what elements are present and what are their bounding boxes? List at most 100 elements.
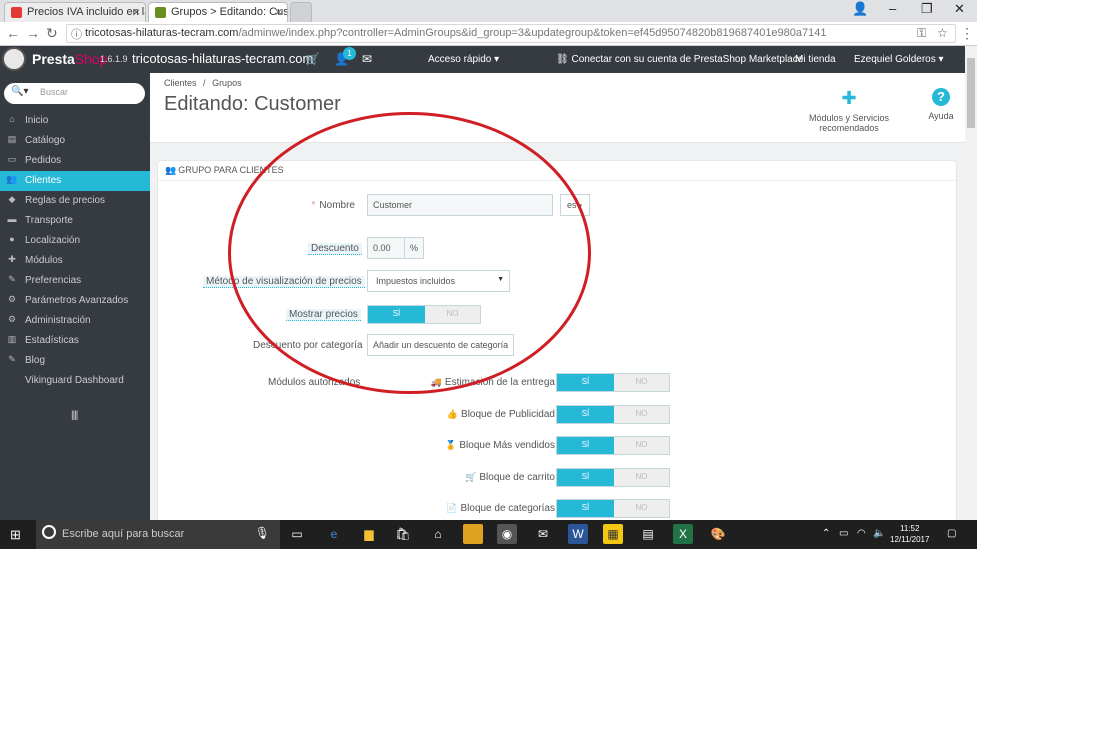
search-icon[interactable]: 🔍▾ xyxy=(11,86,28,97)
browser-tab-grupos[interactable]: Grupos > Editando: Cust × xyxy=(148,2,288,22)
calculator-icon[interactable]: ▤ xyxy=(638,524,658,544)
cart-icon[interactable]: 🛒 xyxy=(305,52,320,66)
prestashop-logo-icon[interactable] xyxy=(2,47,26,71)
chrome-icon[interactable]: ◉ xyxy=(497,524,517,544)
sidebar-item-administraci-n[interactable]: ⚙ Administración xyxy=(0,311,150,331)
language-label: es xyxy=(567,200,577,210)
module-toggle[interactable]: SÍ NO xyxy=(556,467,670,487)
module-toggle[interactable]: SÍ NO xyxy=(556,499,670,518)
sidebar-item-inicio[interactable]: ⌂ Inicio xyxy=(0,111,150,131)
show-prices-toggle[interactable]: SÍ NO xyxy=(367,305,481,324)
back-icon[interactable]: ← xyxy=(6,25,20,41)
forward-icon[interactable]: → xyxy=(26,25,40,41)
collapse-menu-icon[interactable]: |||| xyxy=(71,410,78,421)
info-icon[interactable]: ⓘ xyxy=(71,26,82,42)
taskbar-search-input[interactable]: Escribe aquí para buscar 🎙 xyxy=(36,520,280,549)
app-icon[interactable] xyxy=(463,524,483,544)
language-dropdown[interactable]: es ▾ xyxy=(560,194,590,216)
module-toggle[interactable]: SÍ NO xyxy=(556,436,670,455)
page-scrollbar[interactable] xyxy=(965,46,977,520)
page-title: Editando: Customer xyxy=(164,93,341,115)
sidebar-item-cat-logo[interactable]: ▤ Catálogo xyxy=(0,131,150,151)
url-field[interactable]: ⓘ tricotosas-hilaturas-tecram.com/adminw… xyxy=(66,24,956,43)
help-button[interactable]: ? Ayuda xyxy=(926,88,956,121)
battery-icon[interactable]: ▭ xyxy=(839,528,848,539)
mail-icon[interactable]: ✉ xyxy=(533,524,553,544)
store-icon[interactable]: 🛍 xyxy=(393,524,413,544)
shop-name-link[interactable]: tricotosas-hilaturas-tecram.com xyxy=(132,51,313,66)
sidebar-item-vikinguard-dashboard[interactable]: Vikinguard Dashboard xyxy=(0,371,150,391)
marketplace-link[interactable]: ⛓ Conectar con su cuenta de PrestaShop M… xyxy=(556,54,803,65)
name-field[interactable]: Customer xyxy=(367,194,553,216)
name-label: * Nombre xyxy=(308,200,355,211)
sidebar-item-reglas-de-precios[interactable]: ◆ Reglas de precios xyxy=(0,191,150,211)
module-toggle[interactable]: SÍ NO xyxy=(556,373,670,392)
my-shop-link[interactable]: Mi tienda xyxy=(795,54,836,65)
paint-icon[interactable]: 🎨 xyxy=(708,524,728,544)
tray-chevron-icon[interactable]: ⌃ xyxy=(822,528,830,539)
brand-logo[interactable]: PrestaShop xyxy=(32,51,108,67)
toggle-yes[interactable]: SÍ xyxy=(557,468,614,486)
sidebar-item-estad-sticas[interactable]: ▥ Estadísticas xyxy=(0,331,150,351)
messages-icon[interactable]: ✉ xyxy=(362,52,372,66)
scrollbar-thumb[interactable] xyxy=(967,58,975,128)
close-tab-icon[interactable]: × xyxy=(133,5,140,19)
search-input[interactable]: 🔍▾ Buscar xyxy=(4,83,145,104)
minimize-icon[interactable]: – xyxy=(889,1,896,16)
task-view-icon[interactable]: ▭ xyxy=(287,524,307,544)
toggle-no[interactable]: NO xyxy=(614,406,669,423)
home-app-icon[interactable]: ⌂ xyxy=(428,524,448,544)
clock[interactable]: 11:52 12/11/2017 xyxy=(890,523,929,545)
profile-icon[interactable]: 👤 xyxy=(852,1,868,17)
edge-icon[interactable]: e xyxy=(324,524,344,544)
toggle-no[interactable]: NO xyxy=(614,374,669,391)
quick-access-dropdown[interactable]: Acceso rápido ▾ xyxy=(428,54,499,65)
microphone-icon[interactable]: 🎙 xyxy=(255,526,270,540)
excel-icon[interactable]: X xyxy=(673,524,693,544)
new-tab-button[interactable] xyxy=(290,2,312,22)
toggle-yes[interactable]: SÍ xyxy=(368,306,425,323)
employee-menu[interactable]: Ezequiel Golderos ▾ xyxy=(854,54,944,65)
recommended-modules-button[interactable]: ✚ Módulos y Servicios recomendados xyxy=(778,88,920,133)
key-icon[interactable]: ⚿ xyxy=(917,26,926,41)
toggle-yes[interactable]: SÍ xyxy=(557,437,614,454)
restore-icon[interactable]: ❐ xyxy=(921,1,933,17)
notes-icon[interactable]: ▦ xyxy=(603,524,623,544)
toggle-yes[interactable]: SÍ xyxy=(557,374,614,391)
bookmark-star-icon[interactable]: ☆ xyxy=(937,26,948,40)
browser-tab-precios[interactable]: Precios IVA incluido en la × xyxy=(4,2,146,22)
close-tab-icon[interactable]: × xyxy=(275,5,282,19)
close-window-icon[interactable]: ✕ xyxy=(954,1,965,17)
menu-icon[interactable]: ⋮ xyxy=(960,25,974,42)
sidebar-item-pedidos[interactable]: ▭ Pedidos xyxy=(0,151,150,171)
toggle-yes[interactable]: SÍ xyxy=(557,405,614,423)
toggle-no[interactable]: NO xyxy=(425,306,480,323)
file-explorer-icon[interactable]: ▆ xyxy=(359,524,379,544)
page-header: Clientes / Grupos Editando: Customer ✚ M… xyxy=(150,73,965,143)
volume-icon[interactable]: 🔈 xyxy=(873,528,885,539)
notifications-icon[interactable]: ▢ xyxy=(947,528,956,539)
sidebar-item-par-metros-avanzados[interactable]: ⚙ Parámetros Avanzados xyxy=(0,291,150,311)
toggle-no[interactable]: NO xyxy=(614,437,669,454)
breadcrumb-separator: / xyxy=(203,78,206,88)
sidebar-item-m-dulos[interactable]: ✚ Módulos xyxy=(0,251,150,271)
reload-icon[interactable]: ↻ xyxy=(46,25,58,42)
sidebar-item-localizaci-n[interactable]: ● Localización xyxy=(0,231,150,251)
sidebar-item-label: Transporte xyxy=(25,215,73,226)
sidebar-item-clientes[interactable]: 👥 Clientes xyxy=(0,171,150,191)
breadcrumb-clientes[interactable]: Clientes xyxy=(164,78,197,88)
sidebar-item-preferencias[interactable]: ✎ Preferencias xyxy=(0,271,150,291)
wifi-icon[interactable]: ◠ xyxy=(857,528,866,539)
toggle-yes[interactable]: SÍ xyxy=(557,500,614,517)
breadcrumb-grupos[interactable]: Grupos xyxy=(212,78,242,88)
discount-field[interactable]: 0.00 xyxy=(367,237,405,259)
windows-start-icon[interactable]: ⊞ xyxy=(10,527,21,543)
price-display-method-select[interactable]: Impuestos incluidos ▼ xyxy=(367,270,510,292)
module-toggle[interactable]: SÍ NO xyxy=(556,404,670,424)
toggle-no[interactable]: NO xyxy=(614,500,669,517)
add-category-discount-button[interactable]: Añadir un descuento de categoría xyxy=(367,334,514,356)
sidebar-item-blog[interactable]: ✎ Blog xyxy=(0,351,150,371)
word-icon[interactable]: W xyxy=(568,524,588,544)
sidebar-item-transporte[interactable]: ▬ Transporte xyxy=(0,211,150,231)
toggle-no[interactable]: NO xyxy=(614,469,669,486)
